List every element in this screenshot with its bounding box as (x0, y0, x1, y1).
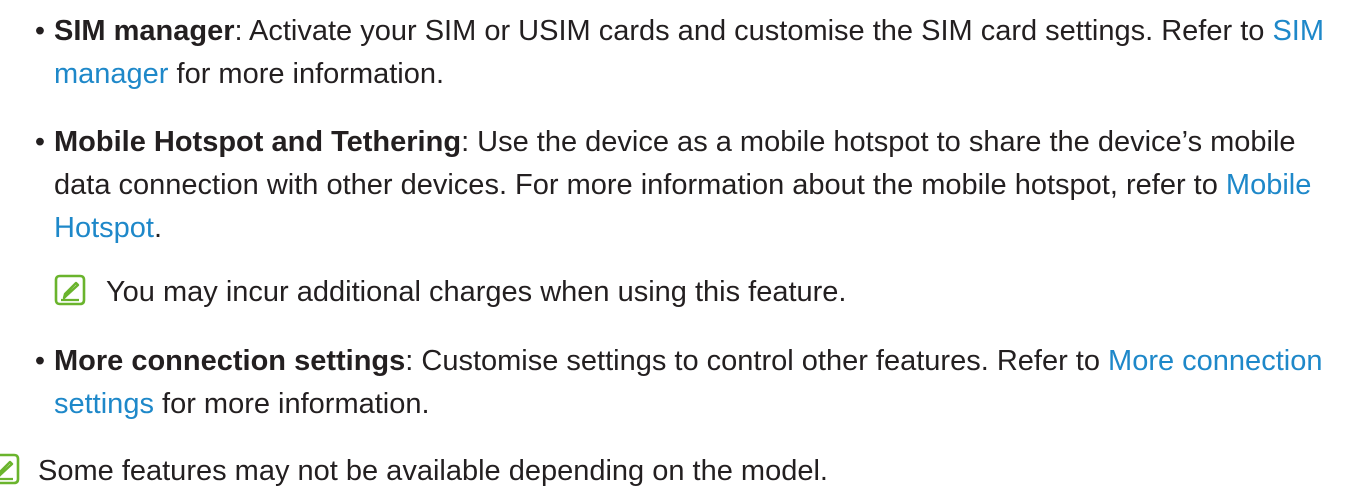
description-text-end: for more information. (168, 58, 445, 90)
list-item-text: Mobile Hotspot and Tethering: Use the de… (54, 121, 1329, 250)
note-model-availability: Some features may not be available depen… (0, 450, 1300, 493)
description-text-end: for more information. (153, 388, 430, 420)
term-sim-manager: SIM manager (54, 15, 235, 47)
note-text: Some features may not be available depen… (38, 455, 828, 487)
term-more-connection-settings: More connection settings (54, 345, 406, 377)
list-item-mobile-hotspot: • Mobile Hotspot and Tethering: Use the … (22, 121, 1322, 250)
note-text: You may incur additional charges when us… (106, 276, 847, 308)
description-text: : Customise settings to control other fe… (405, 345, 1109, 377)
list-item-text: SIM manager: Activate your SIM or USIM c… (54, 10, 1329, 96)
list-item-more-connection-settings: • More connection settings: Customise se… (22, 340, 1323, 426)
bullet: • (34, 345, 46, 377)
list-item-sim-manager: • SIM manager: Activate your SIM or USIM… (22, 10, 1324, 96)
bullet: • (34, 15, 46, 47)
description-text: : Activate your SIM or USIM cards and cu… (234, 15, 1273, 47)
manual-page: • SIM manager: Activate your SIM or USIM… (0, 0, 1346, 495)
note-additional-charges: You may incur additional charges when us… (54, 271, 1254, 314)
note-pen-icon (0, 453, 20, 485)
bullet: • (34, 126, 46, 158)
list-item-text: More connection settings: Customise sett… (54, 340, 1329, 426)
description-text-end: . (153, 212, 163, 244)
note-pen-icon (54, 274, 86, 306)
term-mobile-hotspot-tethering: Mobile Hotspot and Tethering (54, 126, 462, 158)
